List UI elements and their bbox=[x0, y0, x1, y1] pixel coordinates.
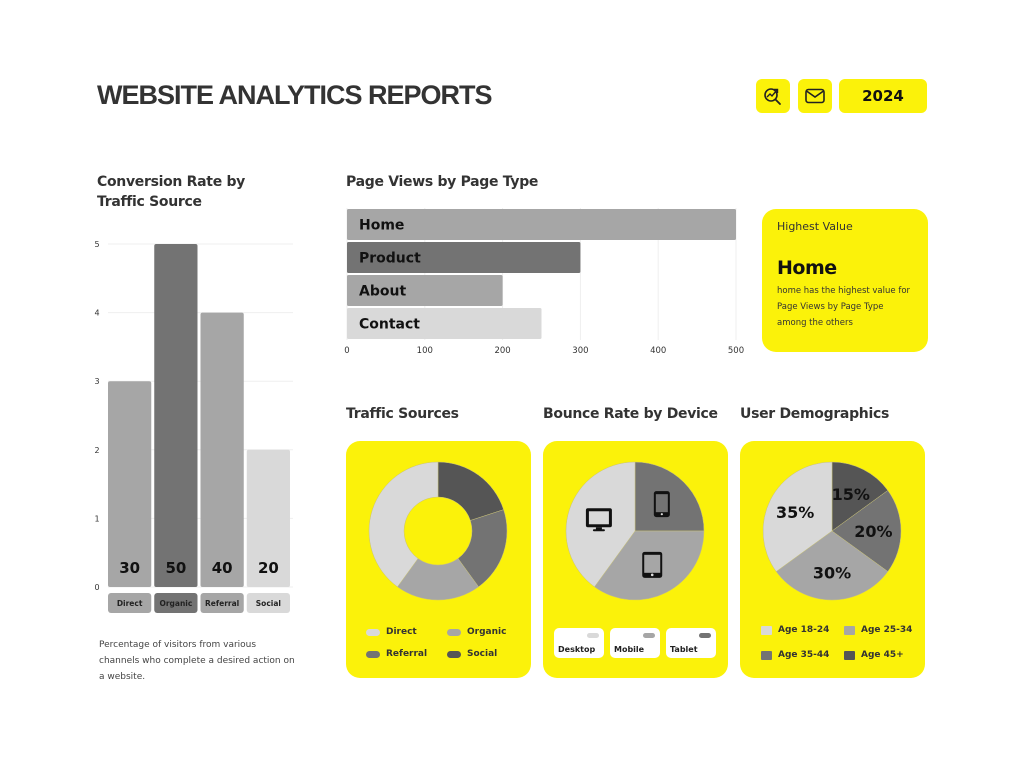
legend-item-age-45: Age 45+ bbox=[844, 650, 904, 660]
year-button[interactable]: 2024 bbox=[839, 79, 927, 113]
x-tick-label: 200 bbox=[494, 346, 510, 356]
traffic-donut-chart bbox=[368, 461, 508, 601]
highest-value-card: Highest Value Home home has the highest … bbox=[762, 209, 928, 352]
bar-category-label: About bbox=[359, 284, 406, 300]
conversion-bar-chart: 0 1 2 3 4 5 30 Direct 50 Organic 40 Referral 20 Socia… bbox=[94, 240, 293, 613]
slice-label: 35% bbox=[776, 503, 814, 522]
legend-label: Age 45+ bbox=[861, 650, 904, 660]
legend-item-age-25-34: Age 25-34 bbox=[844, 625, 912, 635]
slice-social bbox=[437, 461, 504, 521]
tablet-icon bbox=[642, 551, 663, 578]
y-tick-label: 1 bbox=[94, 514, 99, 523]
page-title: WEBSITE ANALYTICS REPORTS bbox=[97, 80, 493, 110]
legend-item-organic: Organic bbox=[447, 627, 506, 637]
bar-data-label: 50 bbox=[165, 559, 186, 577]
bar-data-label: 40 bbox=[212, 559, 233, 577]
highest-value: Home bbox=[777, 257, 837, 279]
x-category-label: Organic bbox=[159, 599, 192, 608]
demographics-card: 15% 20% 30% 35% Age 18-24 Age 25-34 Age 35-44… bbox=[740, 441, 925, 678]
page-views-bar-chart: 0 100 200 300 400 500 Home Product About Contact bbox=[344, 208, 744, 356]
traffic-sources-card: Direct Organic Referral Social bbox=[346, 441, 531, 678]
legend-swatch bbox=[366, 628, 380, 636]
bar-home bbox=[347, 209, 736, 240]
legend-label: Age 35-44 bbox=[778, 650, 830, 660]
bounce-rate-title: Bounce Rate by Device bbox=[543, 406, 718, 422]
mobile-icon bbox=[653, 491, 670, 518]
legend-label: Organic bbox=[467, 627, 507, 637]
legend-label: Referral bbox=[386, 649, 428, 659]
slice-label: 30% bbox=[813, 563, 851, 582]
x-tick-label: 0 bbox=[344, 346, 349, 356]
slice-label: 20% bbox=[854, 522, 892, 541]
demographics-pie-chart: 15% 20% 30% 35% bbox=[762, 461, 902, 601]
x-tick-label: 400 bbox=[650, 346, 666, 356]
slice-label: 15% bbox=[832, 485, 870, 504]
y-tick-label: 2 bbox=[94, 446, 99, 455]
legend-swatch bbox=[447, 628, 461, 636]
bar-category-label: Home bbox=[359, 218, 404, 234]
x-tick-label: 300 bbox=[572, 346, 588, 356]
legend-swatch bbox=[643, 633, 655, 638]
x-category-label: Direct bbox=[117, 599, 143, 608]
legend-swatch bbox=[761, 650, 772, 660]
legend-swatch bbox=[844, 625, 855, 635]
legend-label: Age 18-24 bbox=[778, 625, 830, 635]
highest-value-label: Highest Value bbox=[777, 220, 853, 233]
legend-item-direct: Direct bbox=[366, 627, 417, 637]
legend-label: Mobile bbox=[614, 645, 645, 654]
legend-swatch bbox=[844, 650, 855, 660]
bar-data-label: 20 bbox=[258, 559, 279, 577]
legend-swatch bbox=[447, 650, 461, 658]
x-category-label: Social bbox=[256, 599, 281, 608]
conversion-title-line2: Traffic Source bbox=[97, 194, 202, 210]
conversion-title-line1: Conversion Rate by bbox=[97, 174, 246, 190]
device-legend-mobile: Mobile bbox=[610, 628, 660, 658]
highest-value-description: home has the highest value for Page View… bbox=[777, 286, 911, 328]
page-views-title: Page Views by Page Type bbox=[346, 174, 539, 190]
device-legend-desktop: Desktop bbox=[554, 628, 604, 658]
legend-swatch bbox=[699, 633, 711, 638]
bar-category-label: Contact bbox=[359, 317, 420, 333]
search-chart-icon bbox=[764, 88, 781, 105]
legend-label: Age 25-34 bbox=[861, 625, 913, 635]
bar-direct bbox=[108, 381, 152, 587]
legend-label: Direct bbox=[386, 627, 417, 637]
mail-icon bbox=[805, 88, 825, 104]
traffic-sources-title: Traffic Sources bbox=[346, 406, 459, 422]
device-legend-tablet: Tablet bbox=[666, 628, 716, 658]
bounce-rate-card: Desktop Mobile Tablet bbox=[543, 441, 728, 678]
y-tick-label: 5 bbox=[94, 240, 99, 249]
conversion-title: Conversion Rate by Traffic Source bbox=[97, 172, 245, 212]
legend-label: Social bbox=[467, 649, 498, 659]
bar-data-label: 30 bbox=[119, 559, 140, 577]
bar-organic bbox=[154, 244, 198, 587]
mail-button[interactable] bbox=[798, 79, 832, 113]
legend-item-referral: Referral bbox=[366, 649, 427, 659]
y-tick-label: 0 bbox=[94, 583, 99, 592]
search-analytics-button[interactable] bbox=[756, 79, 790, 113]
legend-swatch bbox=[761, 625, 772, 635]
legend-label: Desktop bbox=[558, 645, 596, 654]
legend-item-social: Social bbox=[447, 649, 497, 659]
x-tick-label: 100 bbox=[417, 346, 433, 356]
x-tick-label: 500 bbox=[728, 346, 744, 356]
legend-label: Tablet bbox=[670, 645, 698, 654]
bar-category-label: Product bbox=[359, 251, 421, 267]
y-tick-label: 3 bbox=[94, 377, 99, 386]
bounce-pie-chart bbox=[565, 461, 705, 601]
y-tick-label: 4 bbox=[94, 309, 99, 318]
conversion-description: Percentage of visitors from various chan… bbox=[99, 640, 295, 682]
legend-item-age-18-24: Age 18-24 bbox=[761, 625, 829, 635]
bar-referral bbox=[200, 312, 244, 587]
legend-swatch bbox=[366, 650, 380, 658]
x-category-label: Referral bbox=[205, 599, 239, 608]
legend-swatch bbox=[587, 633, 599, 638]
demographics-title: User Demographics bbox=[740, 406, 889, 422]
legend-item-age-35-44: Age 35-44 bbox=[761, 650, 829, 660]
